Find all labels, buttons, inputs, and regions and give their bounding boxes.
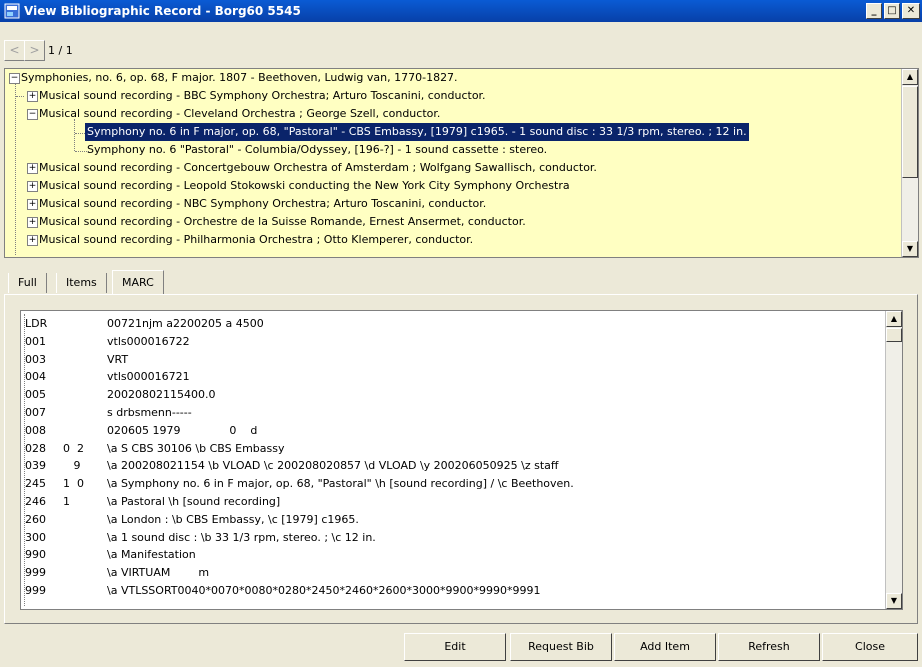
minimize-button[interactable]: _ (866, 3, 882, 19)
marc-tag: 246 (25, 495, 46, 508)
marc-value: \a VTLSSORT0040*0070*0080*0280*2450*2460… (107, 584, 541, 597)
marc-indicators: 9 (63, 459, 81, 473)
marc-value: vtls000016721 (107, 370, 190, 384)
marc-tag: 999 (25, 566, 46, 580)
title-bar: View Bibliographic Record - Borg60 5545 … (0, 0, 922, 22)
marc-tag: 005 (25, 388, 46, 402)
marc-tag: 028 (25, 441, 46, 455)
marc-tag: 990 (25, 548, 46, 562)
marc-tag: 260 (25, 512, 46, 526)
scroll-up-arrow-icon[interactable]: ▲ (886, 311, 902, 327)
marc-value: 00721njm a2200205 a 4500 (107, 317, 264, 330)
expand-icon[interactable]: + (27, 235, 38, 246)
marc-tag: 007 (25, 406, 46, 419)
tab-full[interactable]: Full (8, 273, 47, 293)
previous-record-button[interactable]: < (4, 40, 25, 61)
expand-icon[interactable]: + (27, 91, 38, 102)
marc-tag: 008 (25, 423, 46, 437)
marc-tag: 245 (25, 477, 46, 491)
tab-items[interactable]: Items (56, 273, 107, 293)
marc-indicators: 1 0 (63, 477, 84, 491)
marc-value: \a S CBS 30106 \b CBS Embassy (107, 441, 285, 455)
scroll-thumb[interactable] (902, 86, 918, 178)
maximize-button[interactable]: □ (884, 3, 900, 19)
marc-tag: 003 (25, 352, 46, 366)
marc-value: \a Symphony no. 6 in F major, op. 68, "P… (107, 477, 574, 491)
marc-value: \a 200208021154 \b VLOAD \c 200208020857… (107, 459, 559, 473)
marc-value: s drbsmenn----- (107, 406, 192, 419)
expand-icon[interactable]: + (27, 181, 38, 192)
next-record-button[interactable]: > (24, 40, 45, 61)
scroll-down-arrow-icon[interactable]: ▼ (902, 241, 918, 257)
marc-value: \a Pastoral \h [sound recording] (107, 495, 281, 508)
expand-icon[interactable]: + (27, 217, 38, 228)
window-title: View Bibliographic Record - Borg60 5545 (24, 4, 301, 18)
marc-indicators: 0 2 (63, 441, 84, 455)
marc-tag: LDR (25, 317, 48, 330)
marc-tag: 039 (25, 459, 46, 473)
marc-record-view[interactable]: LDR 00721njm a2200205 a 4500 001 vtls000016… (20, 310, 903, 610)
app-icon (4, 3, 20, 19)
marc-value: VRT (107, 352, 129, 366)
marc-value: \a VIRTUAM m (107, 566, 210, 580)
close-button[interactable]: Close (822, 633, 918, 661)
scroll-down-arrow-icon[interactable]: ▼ (886, 593, 902, 609)
marc-value: \a 1 sound disc : \b 33 1/3 rpm, stereo.… (107, 530, 376, 544)
tab-marc[interactable]: MARC (112, 270, 164, 295)
expand-icon[interactable]: + (27, 163, 38, 174)
tree-scrollbar[interactable]: ▲ ▼ (901, 69, 918, 257)
refresh-button[interactable]: Refresh (718, 633, 820, 661)
collapse-icon[interactable]: − (27, 109, 38, 120)
scroll-up-arrow-icon[interactable]: ▲ (902, 69, 918, 85)
request-bib-button[interactable]: Request Bib (510, 633, 612, 661)
marc-value: \a Manifestation (107, 548, 196, 562)
marc-scrollbar[interactable]: ▲ ▼ (885, 311, 902, 609)
record-counter: 1 / 1 (48, 44, 73, 57)
marc-indicators: 1 (63, 495, 70, 508)
expand-icon[interactable]: + (27, 199, 38, 210)
marc-tag: 004 (25, 370, 46, 384)
marc-tag: 001 (25, 334, 46, 348)
marc-tag: 999 (25, 584, 46, 597)
record-tree[interactable]: − Symphonies, no. 6, op. 68, F major. 18… (4, 68, 919, 258)
marc-value: 20020802115400.0 (107, 388, 216, 402)
close-window-button[interactable]: ✕ (902, 3, 920, 19)
collapse-icon[interactable]: − (9, 73, 20, 84)
marc-value: vtls000016722 (107, 334, 190, 348)
add-item-button[interactable]: Add Item (614, 633, 716, 661)
edit-button[interactable]: Edit (404, 633, 506, 661)
marc-value: \a London : \b CBS Embassy, \c [1979] c1… (107, 512, 359, 526)
scroll-thumb[interactable] (886, 328, 902, 342)
marc-value: 020605 1979 0 d (107, 423, 258, 437)
marc-tag: 300 (25, 530, 46, 544)
